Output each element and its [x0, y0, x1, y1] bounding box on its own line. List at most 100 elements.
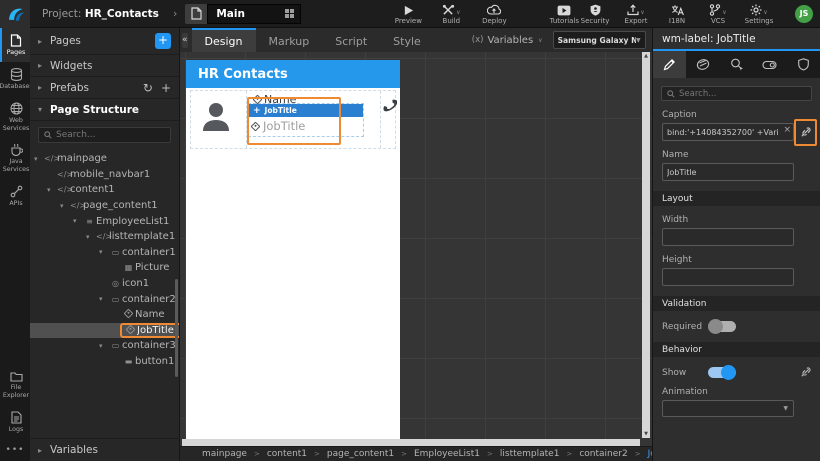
- animation-select[interactable]: ▼: [662, 400, 794, 417]
- section-page-structure[interactable]: ▾ Page Structure: [30, 99, 179, 121]
- vcs-branch-icon: [710, 3, 721, 16]
- section-validation[interactable]: Validation: [653, 296, 820, 311]
- show-toggle[interactable]: [708, 365, 736, 380]
- tab-design[interactable]: Design: [191, 28, 256, 52]
- scroll-up-icon[interactable]: ▲: [644, 53, 648, 59]
- pages-grid-icon[interactable]: [285, 9, 295, 18]
- name-input[interactable]: [662, 163, 794, 181]
- tree-item-container2[interactable]: ▾ ▭ container2: [30, 291, 179, 307]
- rail-item-file-explorer[interactable]: File Explorer: [0, 365, 30, 405]
- tree-item-mainpage[interactable]: ▾ </> mainpage: [30, 151, 179, 167]
- tutorials-button[interactable]: Tutorials: [549, 3, 579, 25]
- structure-search-input[interactable]: [56, 130, 165, 140]
- refresh-prefabs-icon[interactable]: ↻: [143, 81, 153, 95]
- rail-item-java-services[interactable]: Java Services: [0, 137, 30, 179]
- rail-item-databases[interactable]: Databases: [0, 62, 33, 96]
- web-services-globe-icon: [10, 102, 22, 115]
- device-select[interactable]: Samsung Galaxy Note III ▼: [552, 31, 646, 49]
- preview-button[interactable]: Preview: [393, 3, 423, 25]
- tab-script[interactable]: Script: [322, 28, 380, 52]
- jobtitle-label-widget[interactable]: JobTitle: [250, 119, 305, 133]
- rail-item-apis[interactable]: APIs: [0, 179, 30, 213]
- tab-properties[interactable]: [653, 51, 687, 78]
- page-icon-button[interactable]: [185, 3, 208, 24]
- add-prefab-icon[interactable]: +: [161, 81, 171, 95]
- rail-item-pages[interactable]: Pages: [0, 28, 30, 62]
- tree-item-mobile-navbar1[interactable]: </> mobile_navbar1: [30, 167, 179, 183]
- tree-scrollbar[interactable]: [175, 279, 178, 378]
- tree-item-employeelist1[interactable]: ▾ ≡ EmployeeList1: [30, 213, 179, 229]
- width-input[interactable]: [662, 228, 794, 246]
- tree-item-jobtitle[interactable]: JobTitle: [30, 322, 179, 339]
- tree-item-picture[interactable]: ▦ Picture: [30, 260, 179, 276]
- search-icon: [667, 89, 675, 98]
- tree-item-page-content1[interactable]: ▾ </> page_content1: [30, 198, 179, 214]
- breadcrumb-item[interactable]: page_content1: [327, 449, 394, 459]
- design-canvas[interactable]: HR Contacts Name + JobTitle JobTitle ▲ ▼: [180, 52, 652, 446]
- clear-caption-icon[interactable]: ×: [783, 126, 791, 135]
- tab-devices[interactable]: [753, 51, 786, 78]
- tree-item-button1[interactable]: ▬ button1: [30, 354, 179, 370]
- variables-dropdown[interactable]: (x) Variables ∨: [472, 28, 543, 52]
- section-prefabs[interactable]: ▸ Prefabs ↻ +: [30, 77, 179, 99]
- section-variables[interactable]: ▸ Variables: [30, 438, 179, 461]
- picture-person-icon[interactable]: [200, 100, 232, 134]
- vcs-button[interactable]: ∨ VCS: [703, 3, 733, 25]
- rail-item-web-services[interactable]: Web Services: [0, 96, 30, 138]
- code-icon: </>: [96, 232, 113, 242]
- build-button[interactable]: ∨ Build: [436, 3, 466, 25]
- wavemaker-logo[interactable]: [0, 0, 30, 28]
- breadcrumb-item[interactable]: content1: [267, 449, 307, 459]
- collapse-left-panel-button[interactable]: «: [182, 32, 188, 48]
- tab-style[interactable]: Style: [380, 28, 434, 52]
- required-toggle[interactable]: [708, 319, 736, 334]
- tree-item-listtemplate1[interactable]: ▾ </> listtemplate1: [30, 229, 179, 245]
- export-button[interactable]: ∨ Export: [621, 3, 651, 25]
- height-input[interactable]: [662, 268, 794, 286]
- tree-item-icon1[interactable]: ◎ icon1: [30, 276, 179, 292]
- canvas-horizontal-scrollbar[interactable]: [182, 439, 640, 446]
- select-caret-icon: ▼: [783, 405, 788, 412]
- rail-more-icon[interactable]: •••: [0, 439, 30, 461]
- code-icon: </>: [70, 201, 87, 211]
- tab-markup[interactable]: Markup: [256, 28, 323, 52]
- phone-icon[interactable]: [382, 98, 397, 113]
- section-pages[interactable]: ▸ Pages +: [30, 28, 179, 55]
- deploy-button[interactable]: Deploy: [479, 3, 509, 25]
- tree-item-content1[interactable]: ▾ </> content1: [30, 182, 179, 198]
- breadcrumb-item[interactable]: mainpage: [202, 449, 247, 459]
- tab-security[interactable]: [787, 51, 820, 78]
- code-icon: </>: [57, 185, 74, 195]
- tree-item-name[interactable]: Name: [30, 307, 179, 323]
- add-page-button[interactable]: +: [155, 33, 171, 49]
- mobile-navbar-widget[interactable]: HR Contacts: [186, 60, 400, 88]
- wavemaker-logo-icon: [9, 8, 25, 21]
- i18n-button[interactable]: I18N: [662, 3, 692, 25]
- section-widgets[interactable]: ▸ Widgets: [30, 55, 179, 77]
- section-behavior[interactable]: Behavior: [653, 342, 820, 357]
- security-button[interactable]: Security: [580, 3, 610, 25]
- breadcrumb-item[interactable]: container2: [579, 449, 627, 459]
- collapse-arrow-icon: ▸: [38, 61, 43, 70]
- current-page-select[interactable]: Main: [207, 3, 302, 24]
- breadcrumb-item[interactable]: EmployeeList1: [414, 449, 480, 459]
- properties-search-input[interactable]: [679, 88, 806, 99]
- bind-show-button[interactable]: [800, 367, 811, 378]
- tree-item-container1[interactable]: ▾ ▭ container1: [30, 245, 179, 261]
- device-page[interactable]: HR Contacts Name + JobTitle JobTitle: [186, 60, 400, 442]
- section-layout[interactable]: Layout: [653, 191, 820, 206]
- user-avatar[interactable]: JS: [795, 4, 813, 23]
- inspect-icon: [730, 58, 743, 71]
- tab-styles[interactable]: [686, 51, 719, 78]
- toggle-icon: [762, 60, 777, 69]
- bind-caption-button[interactable]: [794, 118, 817, 146]
- canvas-vertical-scrollbar[interactable]: ▲ ▼: [642, 52, 650, 438]
- vcs-caret-icon: ∨: [722, 8, 727, 16]
- rail-item-logs[interactable]: Logs: [0, 405, 30, 439]
- settings-button[interactable]: ∨ Settings: [744, 3, 774, 25]
- tab-events[interactable]: [720, 51, 753, 78]
- breadcrumb-item[interactable]: listtemplate1: [500, 449, 560, 459]
- caption-input[interactable]: [662, 123, 794, 141]
- tree-item-container3[interactable]: ▾ ▭ container3: [30, 338, 179, 354]
- scroll-down-icon[interactable]: ▼: [644, 431, 648, 437]
